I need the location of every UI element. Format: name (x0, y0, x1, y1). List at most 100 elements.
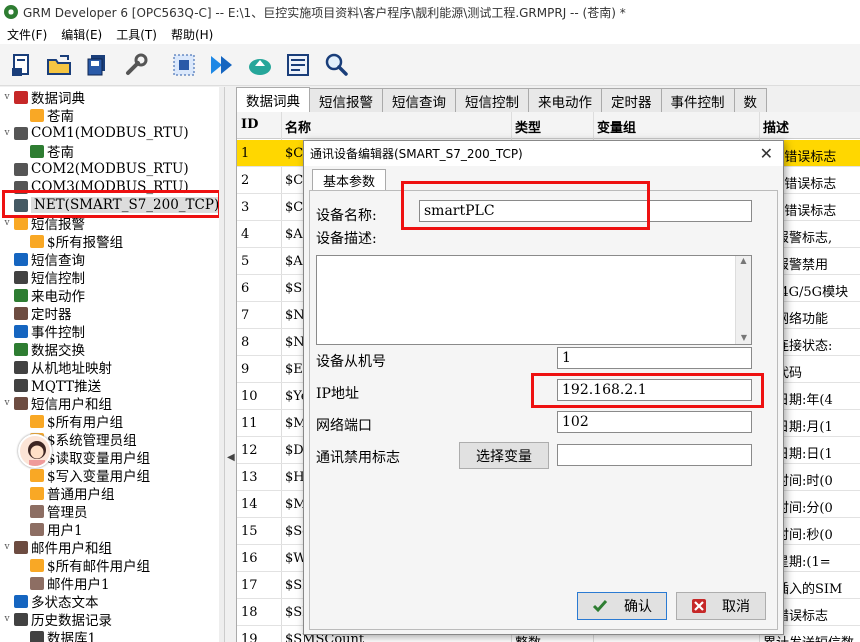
tree-item-label: 苍南 (47, 145, 74, 161)
folder-icon (30, 414, 44, 428)
scroll-down-icon[interactable]: ▼ (736, 333, 752, 342)
slave-id-label: 设备从机号 (316, 354, 386, 370)
tree-item-label: $系统管理员组 (47, 433, 137, 449)
tab-data-dictionary[interactable]: 数据词典 (236, 87, 310, 112)
header-id[interactable]: ID (241, 117, 258, 132)
title-bar: GRM Developer 6 [OPC563Q-C] -- E:\1、巨控实施… (0, 0, 860, 24)
tab-sms-query[interactable]: 短信查询 (382, 88, 456, 112)
expand-toggle-icon[interactable]: v (2, 614, 12, 624)
event-icon (14, 324, 28, 338)
tree-item[interactable]: 从机地址映射 (0, 358, 112, 377)
grid-icon[interactable] (168, 49, 200, 81)
tree-item[interactable]: 多状态文本 (0, 592, 99, 611)
phone-icon (14, 288, 28, 302)
tree-item[interactable]: 数据库1 (0, 628, 96, 642)
disable-flag-input[interactable] (557, 444, 752, 466)
expand-toggle-icon[interactable]: v (2, 398, 12, 408)
tree-item[interactable]: v 历史数据记录 (0, 610, 112, 629)
textarea-scrollbar[interactable]: ▲ ▼ (735, 256, 751, 344)
tree-item[interactable]: 来电动作 (0, 286, 85, 305)
tree-item[interactable]: v 数据词典 (0, 88, 85, 107)
tree-item-label: 短信用户和组 (31, 397, 112, 413)
magnifier-icon[interactable] (320, 49, 352, 81)
menu-edit[interactable]: 编辑(E) (54, 26, 109, 43)
tree-item[interactable]: $所有用户组 (0, 412, 123, 431)
tree-item[interactable]: 事件控制 (0, 322, 85, 341)
tree-item[interactable]: v 邮件用户和组 (0, 538, 112, 557)
close-icon[interactable]: ✕ (760, 144, 773, 163)
cell-id: 2 (241, 173, 250, 188)
collapse-arrow-icon[interactable]: ◀ (227, 452, 235, 463)
tree-scrollbar[interactable] (219, 87, 224, 642)
folder-icon (30, 486, 44, 500)
tree-item-label: 从机地址映射 (31, 361, 112, 377)
header-desc[interactable]: 描述 (763, 117, 789, 136)
scroll-up-icon[interactable]: ▲ (736, 256, 751, 265)
cell-id: 19 (241, 632, 258, 642)
port-input[interactable]: 102 (557, 411, 752, 433)
disable-flag-label: 通讯禁用标志 (316, 450, 400, 466)
tab-more[interactable]: 数 (733, 88, 767, 112)
cell-id: 16 (241, 551, 258, 566)
slave-id-input[interactable]: 1 (557, 347, 752, 369)
tree-item[interactable]: 苍南 (0, 142, 74, 161)
cell-id: 4 (241, 227, 250, 242)
tree-item[interactable]: $所有报警组 (0, 232, 123, 251)
header-group[interactable]: 变量组 (597, 117, 636, 136)
device-desc-textarea[interactable]: ▲ ▼ (316, 255, 752, 345)
expand-toggle-icon[interactable]: v (2, 218, 12, 228)
tree-item-label: 短信控制 (31, 271, 85, 287)
assistant-avatar-icon[interactable] (18, 434, 52, 468)
dialog-title-bar: 通讯设备编辑器(SMART_S7_200_TCP) (304, 141, 783, 166)
upload-icon[interactable] (244, 49, 276, 81)
device-name-label: 设备名称: (316, 208, 377, 224)
menu-file[interactable]: 文件(F) (0, 26, 54, 43)
cell-id: 6 (241, 281, 250, 296)
tree-item[interactable]: 数据交换 (0, 340, 85, 359)
menu-help[interactable]: 帮助(H) (164, 26, 220, 43)
annotation-box-ip (531, 373, 764, 408)
confirm-button[interactable]: 确认 (577, 592, 667, 620)
project-tree[interactable]: v 数据词典 苍南 v COM1(MODBUS_RTU) 苍南 COM2(MODBUS_RT… (0, 87, 225, 642)
header-name[interactable]: 名称 (285, 117, 311, 136)
tab-sms-alarm[interactable]: 短信报警 (309, 88, 383, 112)
cell-id: 13 (241, 470, 258, 485)
ip-address-label: IP地址 (316, 386, 359, 402)
tab-timer[interactable]: 定时器 (601, 88, 662, 112)
tab-event-control[interactable]: 事件控制 (660, 88, 735, 112)
folder-icon (30, 234, 44, 248)
tab-basic-params[interactable]: 基本参数 (312, 169, 386, 191)
header-type[interactable]: 类型 (515, 117, 541, 136)
open-folder-icon[interactable] (44, 49, 76, 81)
tree-item[interactable]: MQTT推送 (0, 376, 101, 395)
folder-icon (30, 468, 44, 482)
expand-toggle-icon[interactable]: v (2, 92, 12, 102)
select-variable-button[interactable]: 选择变量 (459, 442, 549, 469)
tree-item[interactable]: 管理员 (0, 502, 88, 521)
tree-item[interactable]: 用户1 (0, 520, 83, 539)
tree-item-label: 用户1 (47, 523, 83, 539)
save-icon[interactable] (82, 49, 114, 81)
tree-item[interactable]: v COM1(MODBUS_RTU) (0, 124, 188, 142)
cancel-button[interactable]: 取消 (676, 592, 766, 620)
tree-item[interactable]: 普通用户组 (0, 484, 115, 503)
tree-item[interactable]: 短信查询 (0, 250, 85, 269)
expand-toggle-icon[interactable]: v (2, 128, 12, 138)
expand-toggle-icon[interactable]: v (2, 542, 12, 552)
tree-item[interactable]: COM2(MODBUS_RTU) (0, 160, 189, 178)
tree-item[interactable]: $写入变量用户组 (0, 466, 150, 485)
tree-item[interactable]: 定时器 (0, 304, 72, 323)
new-file-icon[interactable] (6, 49, 38, 81)
tree-item[interactable]: v 短信用户和组 (0, 394, 112, 413)
tree-item[interactable]: 苍南 (0, 106, 74, 125)
wrench-icon[interactable] (120, 49, 152, 81)
settings-panel-icon[interactable] (282, 49, 314, 81)
tree-item[interactable]: $所有邮件用户组 (0, 556, 150, 575)
mail-users-icon (14, 540, 28, 554)
menu-tools[interactable]: 工具(T) (109, 26, 164, 43)
tree-item[interactable]: 短信控制 (0, 268, 85, 287)
tab-sms-control[interactable]: 短信控制 (455, 88, 529, 112)
tree-item[interactable]: 邮件用户1 (0, 574, 110, 593)
tab-incoming-call[interactable]: 来电动作 (528, 88, 602, 112)
forward-icon[interactable] (206, 49, 238, 81)
